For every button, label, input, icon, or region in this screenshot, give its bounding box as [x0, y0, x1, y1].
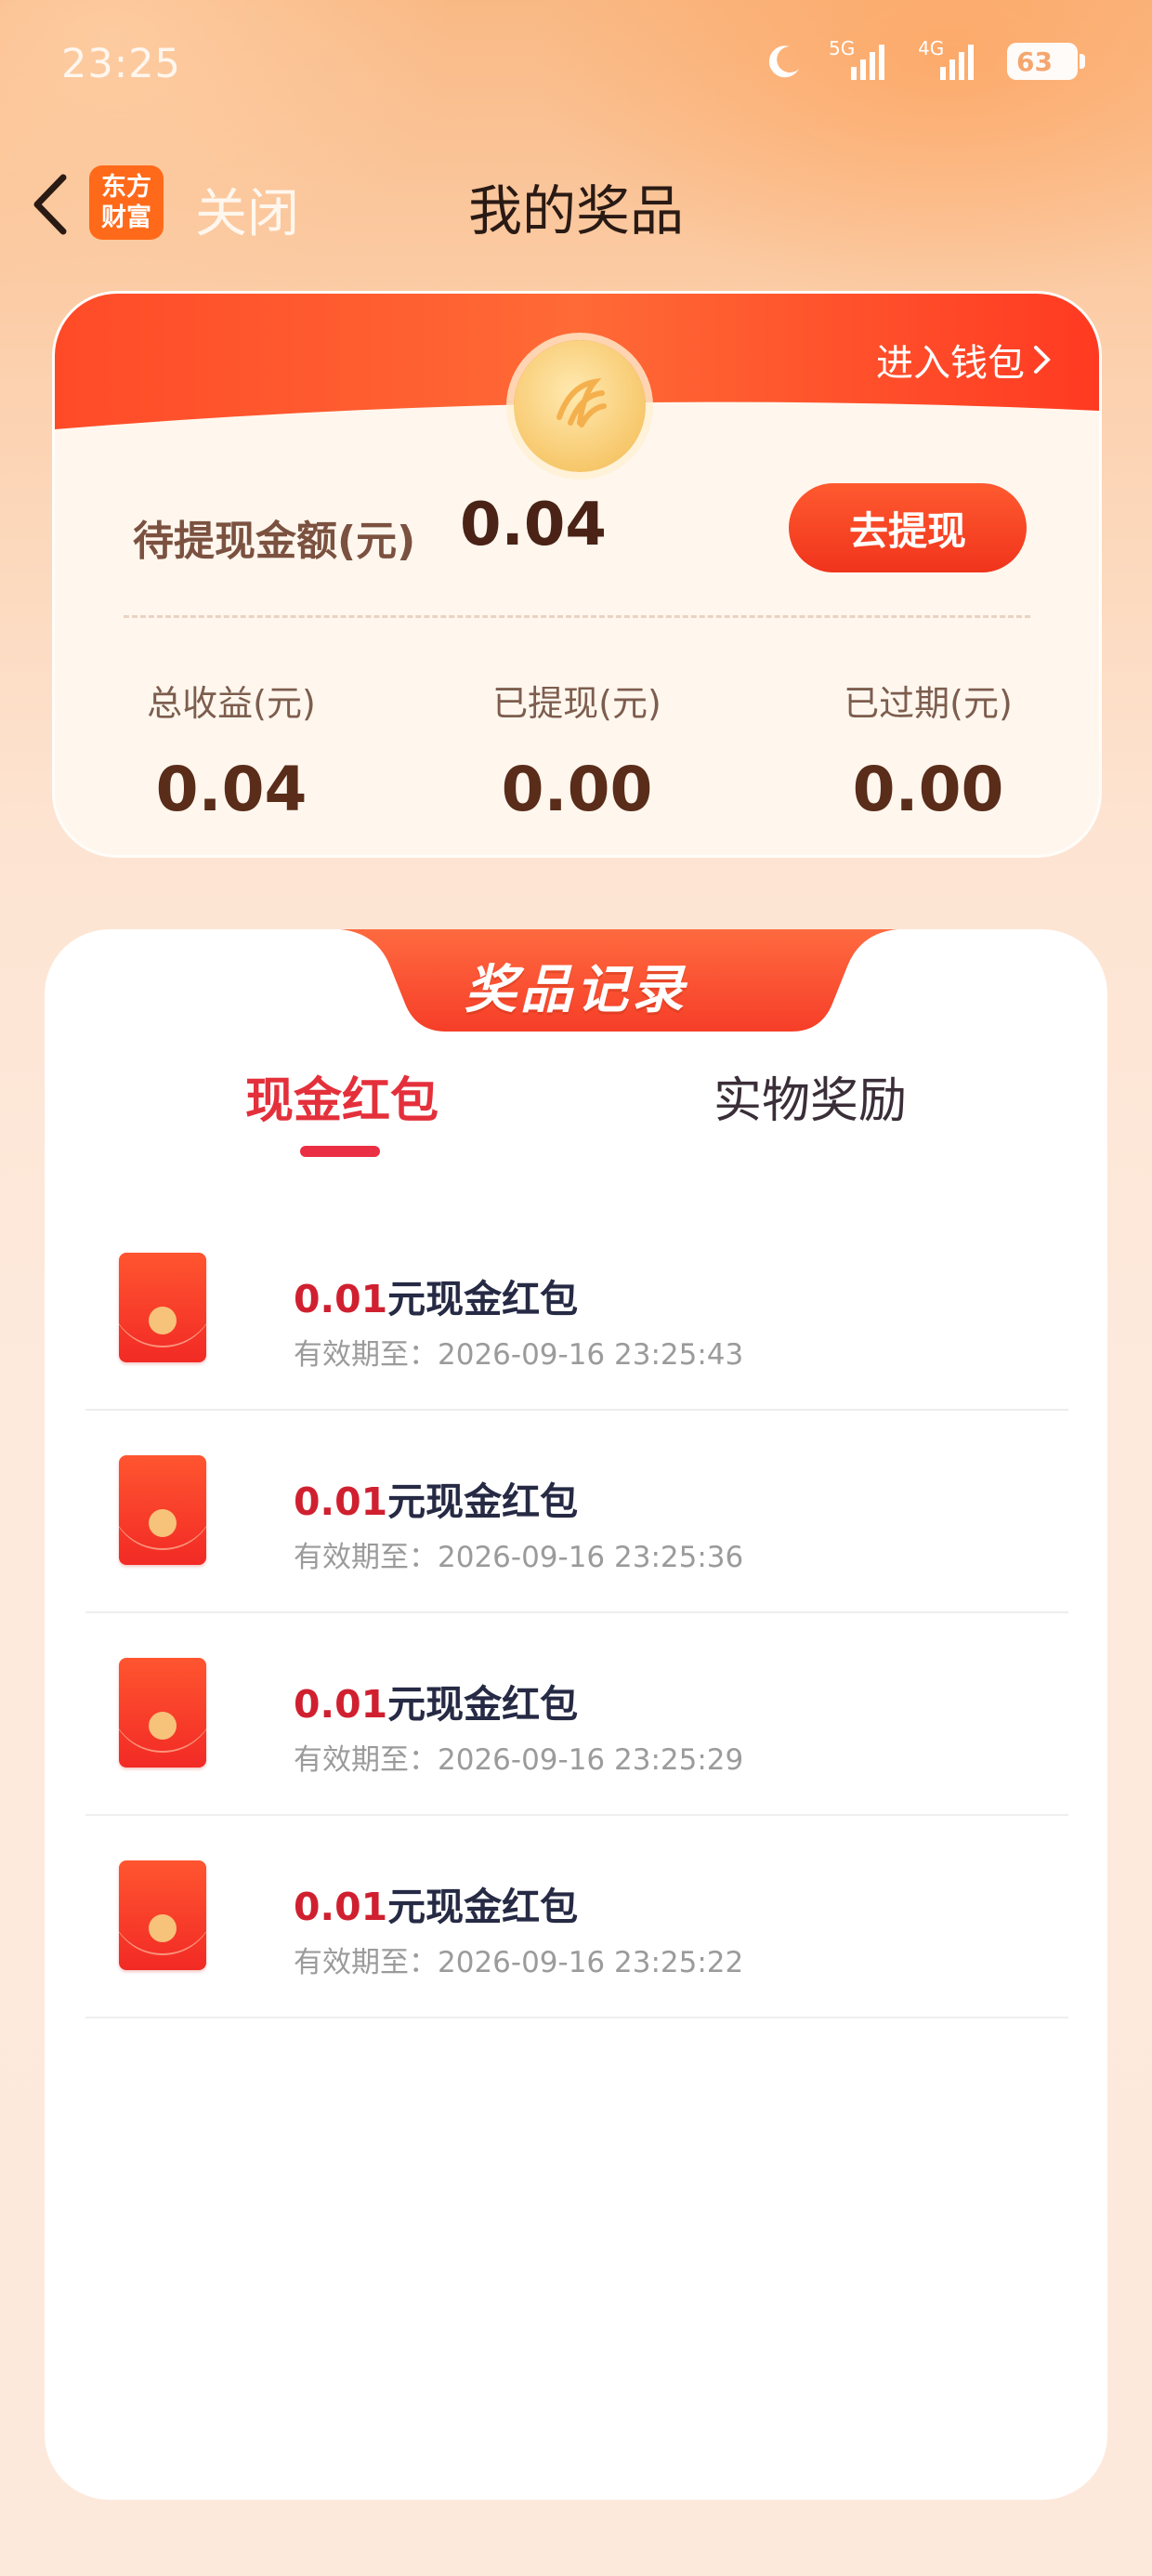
- red-envelope-icon: [119, 1455, 206, 1565]
- enter-wallet-link[interactable]: 进入钱包: [876, 333, 1053, 387]
- stat-value: 0.00: [852, 754, 1004, 825]
- withdraw-button[interactable]: 去提现: [789, 483, 1027, 572]
- red-envelope-icon: [119, 1253, 206, 1362]
- prize-title: 0.01元现金红包: [294, 1470, 578, 1526]
- prize-expiry: 有效期至：2026-09-16 23:25:36: [294, 1541, 744, 1574]
- list-item[interactable]: 0.01元现金红包 有效期至：2026-09-16 23:25:43: [85, 1208, 1068, 1411]
- prize-amount: 0.01: [294, 1885, 388, 1929]
- pending-amount-label: 待提现金额(元): [133, 518, 416, 565]
- status-time: 23:25: [61, 41, 181, 87]
- stat-withdrawn: 已提现(元) 0.00: [438, 675, 716, 825]
- prize-name: 元现金红包: [387, 1885, 579, 1929]
- red-envelope-icon: [119, 1860, 206, 1970]
- tab-cash-red-packet[interactable]: 现金红包: [245, 1061, 439, 1131]
- stat-total-earnings: 总收益(元) 0.04: [92, 675, 371, 825]
- stat-expired: 已过期(元) 0.00: [789, 675, 1067, 825]
- status-icons: 5G 4G 63: [764, 37, 1085, 82]
- battery-level: 63: [1016, 46, 1053, 77]
- stat-label: 已过期(元): [844, 683, 1013, 724]
- records-title: 奖品记录: [465, 960, 687, 1020]
- prize-expiry: 有效期至：2026-09-16 23:25:29: [294, 1743, 744, 1777]
- signal-4g-icon: 4G: [918, 37, 983, 82]
- prize-title: 0.01元现金红包: [294, 1673, 578, 1728]
- prize-title: 0.01元现金红包: [294, 1268, 578, 1323]
- prize-title: 0.01元现金红包: [294, 1875, 578, 1931]
- list-item[interactable]: 0.01元现金红包 有效期至：2026-09-16 23:25:29: [85, 1613, 1068, 1816]
- list-item[interactable]: 0.01元现金红包 有效期至：2026-09-16 23:25:36: [85, 1411, 1068, 1613]
- pending-amount-value: 0.04: [460, 491, 607, 559]
- prize-name: 元现金红包: [387, 1682, 579, 1727]
- prize-amount: 0.01: [294, 1682, 388, 1727]
- prize-expiry: 有效期至：2026-09-16 23:25:22: [294, 1946, 744, 1979]
- moon-icon: [768, 46, 799, 78]
- status-bar: 23:25 5G 4G 63: [0, 0, 1152, 139]
- prize-name: 元现金红包: [387, 1277, 579, 1321]
- prize-name: 元现金红包: [387, 1479, 579, 1524]
- prize-amount: 0.01: [294, 1277, 388, 1321]
- prize-expiry: 有效期至：2026-09-16 23:25:43: [294, 1338, 744, 1372]
- red-envelope-icon: [119, 1658, 206, 1768]
- coin-icon: [514, 340, 646, 472]
- signal-5g-icon: 5G: [829, 37, 894, 82]
- prize-list: 0.01元现金红包 有效期至：2026-09-16 23:25:43 0.01元…: [85, 1208, 1068, 2018]
- battery-icon: 63: [1007, 43, 1085, 80]
- active-tab-indicator: [300, 1146, 380, 1157]
- chevron-right-icon: [1034, 346, 1051, 374]
- prize-amount: 0.01: [294, 1479, 388, 1524]
- tab-physical-rewards[interactable]: 实物奖励: [713, 1061, 907, 1131]
- prize-records-card: 奖品记录 现金红包 实物奖励 0.01元现金红包 有效期至：2026-09-16…: [45, 929, 1107, 2500]
- stat-label: 总收益(元): [147, 683, 316, 724]
- page-title: 我的奖品: [467, 179, 684, 243]
- enter-wallet-label: 进入钱包: [876, 342, 1025, 385]
- stat-label: 已提现(元): [492, 683, 661, 724]
- wallet-card: 进入钱包 待提现金额(元) 0.04 去提现 总收益(元) 0.04 已提现(元…: [52, 291, 1102, 858]
- stat-value: 0.00: [501, 754, 653, 825]
- dashed-divider: [124, 615, 1030, 618]
- list-item[interactable]: 0.01元现金红包 有效期至：2026-09-16 23:25:22: [85, 1816, 1068, 2018]
- stat-value: 0.04: [155, 754, 308, 825]
